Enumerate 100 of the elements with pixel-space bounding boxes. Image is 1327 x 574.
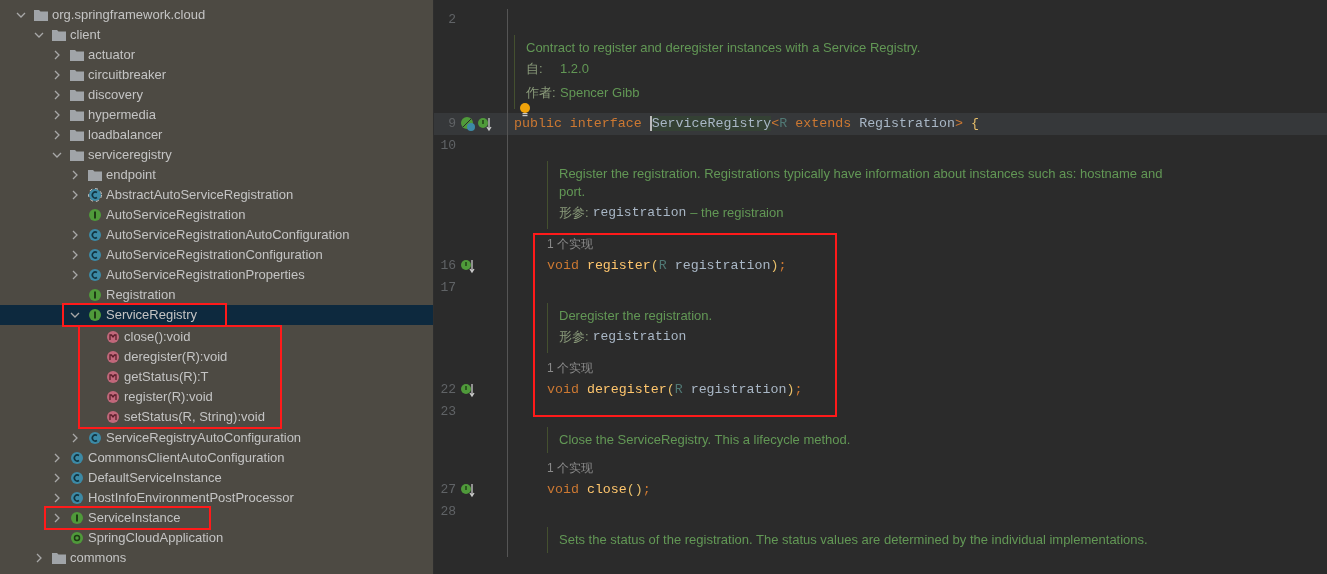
line-number: 2 bbox=[447, 11, 456, 30]
method-icon bbox=[106, 390, 120, 404]
tree-row[interactable]: CommonsClientAutoConfiguration bbox=[0, 448, 433, 468]
circle-arrow-down-icon[interactable] bbox=[460, 382, 476, 398]
chevron-down-icon[interactable] bbox=[70, 312, 80, 318]
tree-row[interactable]: AutoServiceRegistrationConfiguration bbox=[0, 245, 433, 265]
doc-text: Register the registration. Registrations typically have information about instances such as: hostname and port. bbox=[559, 165, 1164, 201]
interface-icon bbox=[88, 208, 102, 222]
tree-row[interactable]: circuitbreaker bbox=[0, 65, 433, 85]
tree-row[interactable]: AutoServiceRegistrationAutoConfiguration bbox=[0, 225, 433, 245]
chevron-right-icon[interactable] bbox=[54, 493, 60, 503]
tree-label: AbstractAutoServiceRegistration bbox=[106, 186, 294, 205]
tree-row[interactable]: serviceregistry bbox=[0, 145, 433, 165]
tree-row[interactable]: getStatus(R):T bbox=[80, 367, 280, 387]
abstract-class-icon bbox=[88, 188, 102, 202]
tree-row[interactable]: ServiceRegistry bbox=[0, 305, 433, 325]
code-line: public interface ServiceRegistry<R extends Registration> { bbox=[514, 115, 979, 134]
folder-icon bbox=[34, 9, 48, 21]
tree-label: DefaultServiceInstance bbox=[88, 469, 222, 488]
doc-tag-text: – the registraion bbox=[690, 204, 784, 223]
tree-row[interactable]: AutoServiceRegistration bbox=[0, 205, 433, 225]
usages-hint[interactable]: 1 个实现 bbox=[547, 235, 593, 253]
tree-label: org.springframework.cloud bbox=[52, 6, 206, 25]
line-number: 22 bbox=[439, 381, 456, 400]
tree-row[interactable]: discovery bbox=[0, 85, 433, 105]
tree-label: loadbalancer bbox=[88, 126, 163, 145]
chevron-right-icon[interactable] bbox=[72, 250, 78, 260]
line-number: 16 bbox=[439, 257, 456, 276]
method-icon bbox=[106, 370, 120, 384]
tree-row[interactable]: commons bbox=[0, 548, 433, 568]
class-icon bbox=[88, 431, 102, 445]
annotation-icon bbox=[70, 531, 84, 545]
tree-label: AutoServiceRegistrationConfiguration bbox=[106, 246, 323, 265]
tree-label: AutoServiceRegistrationProperties bbox=[106, 266, 305, 285]
tree-label: deregister(R):void bbox=[124, 348, 228, 367]
tree-row[interactable]: SpringCloudApplication bbox=[0, 528, 433, 548]
chevron-right-icon[interactable] bbox=[72, 190, 78, 200]
leaf-badge-icon[interactable] bbox=[460, 116, 476, 132]
doc-tag-label: 形参: bbox=[559, 204, 589, 223]
tree-label: ServiceRegistryAutoConfiguration bbox=[106, 429, 302, 448]
circle-arrow-down-icon[interactable] bbox=[477, 116, 493, 132]
tree-row[interactable]: endpoint bbox=[0, 165, 433, 185]
tree-row[interactable]: DefaultServiceInstance bbox=[0, 468, 433, 488]
tree-row[interactable]: org.springframework.cloud bbox=[0, 5, 433, 25]
lightbulb-icon[interactable] bbox=[519, 103, 531, 117]
chevron-right-icon[interactable] bbox=[54, 473, 60, 483]
tree-row[interactable]: actuator bbox=[0, 45, 433, 65]
chevron-right-icon[interactable] bbox=[54, 513, 60, 523]
chevron-right-icon[interactable] bbox=[54, 130, 60, 140]
tree-row[interactable]: hypermedia bbox=[0, 105, 433, 125]
tree-label: discovery bbox=[88, 86, 143, 105]
code-line: void close(); bbox=[547, 481, 651, 500]
folder-icon bbox=[70, 89, 84, 101]
circle-arrow-down-icon[interactable] bbox=[460, 482, 476, 498]
tree-label: actuator bbox=[88, 46, 135, 65]
code-line: void deregister(R registration); bbox=[547, 381, 803, 400]
tree-row[interactable]: ServiceInstance bbox=[0, 508, 433, 528]
code-line: void register(R registration); bbox=[547, 257, 787, 276]
tree-row[interactable]: register(R):void bbox=[80, 387, 280, 407]
chevron-right-icon[interactable] bbox=[36, 553, 42, 563]
interface-icon bbox=[70, 511, 84, 525]
class-icon bbox=[70, 471, 84, 485]
chevron-right-icon[interactable] bbox=[72, 170, 78, 180]
folder-icon bbox=[52, 29, 66, 41]
tree-row[interactable]: ServiceRegistryAutoConfiguration bbox=[0, 428, 433, 448]
tree-row[interactable]: setStatus(R, String):void bbox=[80, 407, 280, 427]
line-number: 23 bbox=[439, 403, 456, 422]
tree-row[interactable]: Registration bbox=[0, 285, 433, 305]
line-number: 17 bbox=[439, 279, 456, 298]
doc-tag-label: 自: bbox=[526, 60, 544, 79]
chevron-right-icon[interactable] bbox=[54, 90, 60, 100]
tree-label: HostInfoEnvironmentPostProcessor bbox=[88, 489, 294, 508]
chevron-right-icon[interactable] bbox=[72, 433, 78, 443]
tree-row[interactable]: AbstractAutoServiceRegistration bbox=[0, 185, 433, 205]
tree-row[interactable]: close():void bbox=[80, 327, 280, 347]
tree-label: ServiceInstance bbox=[88, 509, 181, 528]
chevron-right-icon[interactable] bbox=[54, 50, 60, 60]
tree-row[interactable]: deregister(R):void bbox=[80, 347, 280, 367]
tree-label: AutoServiceRegistration bbox=[106, 206, 246, 225]
class-icon bbox=[70, 451, 84, 465]
tree-row[interactable]: loadbalancer bbox=[0, 125, 433, 145]
chevron-down-icon[interactable] bbox=[52, 152, 62, 158]
chevron-right-icon[interactable] bbox=[54, 110, 60, 120]
chevron-right-icon[interactable] bbox=[72, 270, 78, 280]
usages-hint[interactable]: 1 个实现 bbox=[547, 459, 593, 477]
tree-row[interactable]: HostInfoEnvironmentPostProcessor bbox=[0, 488, 433, 508]
chevron-right-icon[interactable] bbox=[72, 230, 78, 240]
usages-hint[interactable]: 1 个实现 bbox=[547, 359, 593, 377]
chevron-down-icon[interactable] bbox=[16, 12, 26, 18]
circle-arrow-down-icon[interactable] bbox=[460, 258, 476, 274]
chevron-down-icon[interactable] bbox=[34, 32, 44, 38]
tree-row[interactable]: AutoServiceRegistrationProperties bbox=[0, 265, 433, 285]
line-number: 28 bbox=[439, 503, 456, 522]
method-icon bbox=[106, 410, 120, 424]
chevron-right-icon[interactable] bbox=[54, 70, 60, 80]
folder-icon bbox=[70, 149, 84, 161]
doc-tag-label: 作者: bbox=[526, 84, 556, 103]
tree-row[interactable]: client bbox=[0, 25, 433, 45]
chevron-right-icon[interactable] bbox=[54, 453, 60, 463]
tree-label: getStatus(R):T bbox=[124, 368, 209, 387]
